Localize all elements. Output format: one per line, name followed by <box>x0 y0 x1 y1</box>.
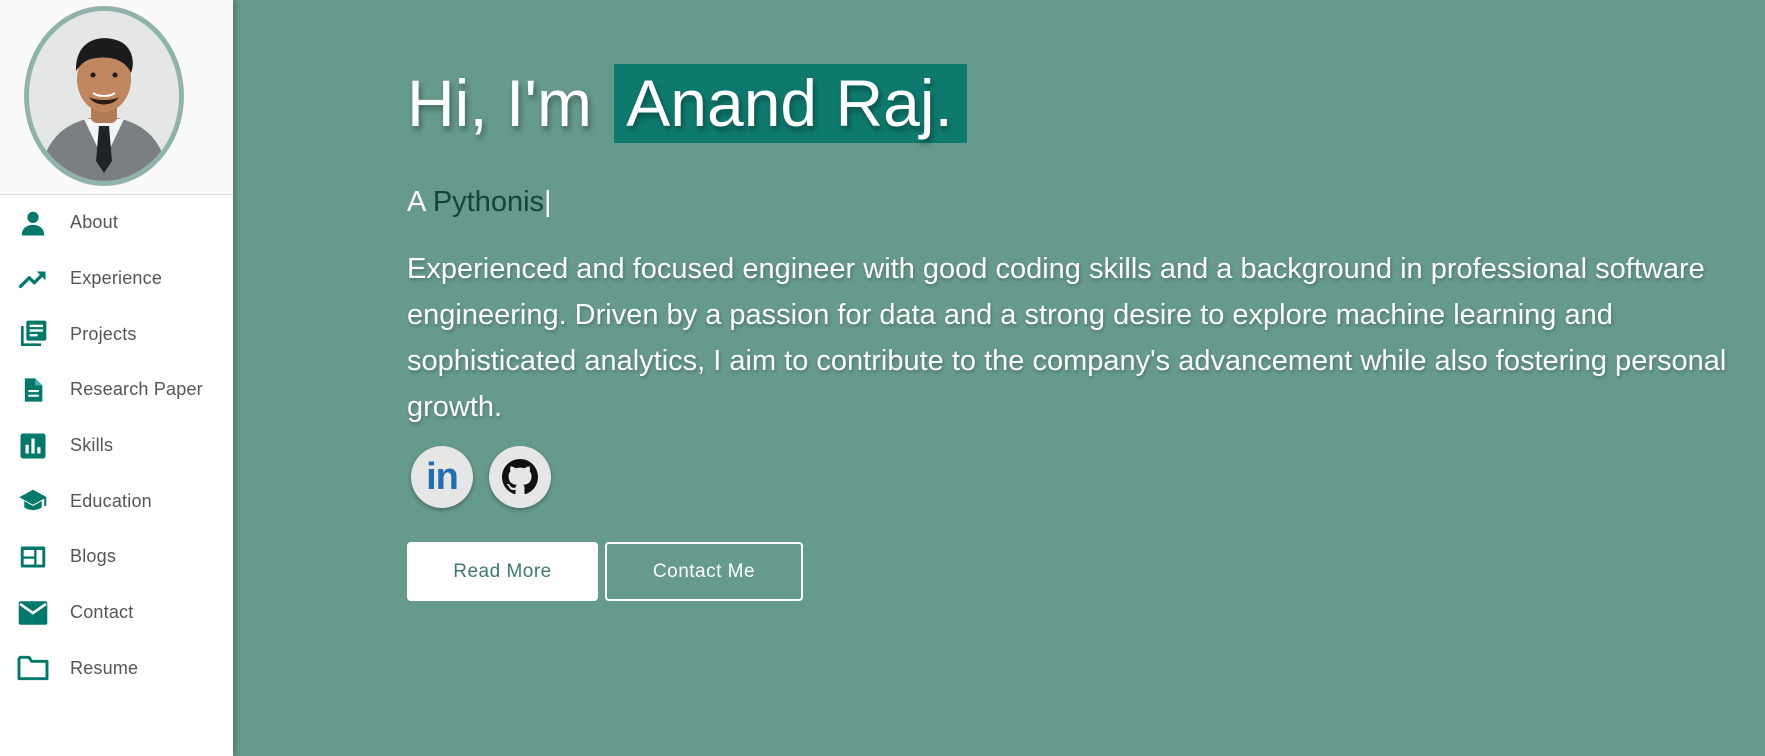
sidebar-item-label: Skills <box>70 435 114 456</box>
sidebar-item-projects[interactable]: Projects <box>0 306 233 362</box>
sidebar-item-experience[interactable]: Experience <box>0 251 233 307</box>
greeting-text: Hi, I'm <box>407 66 592 140</box>
sidebar-item-blogs[interactable]: Blogs <box>0 529 233 585</box>
sidebar-item-research-paper[interactable]: Research Paper <box>0 362 233 418</box>
hero-section: Hi, I'm Anand Raj. A Pythonis| Experienc… <box>233 0 1765 756</box>
sidebar-item-label: Experience <box>70 268 163 289</box>
typing-cursor: | <box>544 186 552 218</box>
sidebar-item-education[interactable]: Education <box>0 473 233 529</box>
sidebar-item-contact[interactable]: Contact <box>0 585 233 641</box>
sidebar-item-label: Resume <box>70 657 139 678</box>
read-more-button[interactable]: Read More <box>407 542 598 601</box>
trending-up-icon <box>16 262 50 296</box>
bar-chart-icon <box>16 429 50 463</box>
sidebar-item-label: Blogs <box>70 546 117 567</box>
mail-icon <box>16 596 50 630</box>
sidebar-item-resume[interactable]: Resume <box>0 641 233 697</box>
hero-title: Hi, I'm Anand Raj. <box>407 64 967 144</box>
typed-tagline: A Pythonis| <box>407 186 552 219</box>
sidebar-item-skills[interactable]: Skills <box>0 418 233 474</box>
sidebar-nav: About Experience Projects Research Paper… <box>0 195 233 696</box>
library-books-icon <box>16 317 50 351</box>
github-icon <box>502 459 538 495</box>
graduation-cap-icon <box>16 484 50 518</box>
tagline-role: Pythonis <box>432 186 545 218</box>
linkedin-icon: in <box>426 456 459 498</box>
sidebar-item-label: About <box>70 212 119 233</box>
web-layout-icon <box>16 540 50 574</box>
avatar-container <box>0 0 233 195</box>
sidebar: About Experience Projects Research Paper… <box>0 0 233 756</box>
tagline-prefix: A <box>407 186 425 218</box>
linkedin-link[interactable]: in <box>411 446 473 508</box>
person-icon <box>16 206 50 240</box>
name-highlight: Anand Raj. <box>614 64 967 144</box>
folder-icon <box>16 651 50 685</box>
contact-me-button[interactable]: Contact Me <box>605 542 803 601</box>
bio-text: Experienced and focused engineer with go… <box>407 253 1727 423</box>
sidebar-item-about[interactable]: About <box>0 195 233 251</box>
sidebar-item-label: Education <box>70 490 152 511</box>
github-link[interactable] <box>489 446 551 508</box>
sidebar-item-label: Contact <box>70 602 134 623</box>
sidebar-item-label: Projects <box>70 323 137 344</box>
document-icon <box>16 373 50 407</box>
avatar <box>24 6 184 186</box>
sidebar-item-label: Research Paper <box>70 379 203 400</box>
